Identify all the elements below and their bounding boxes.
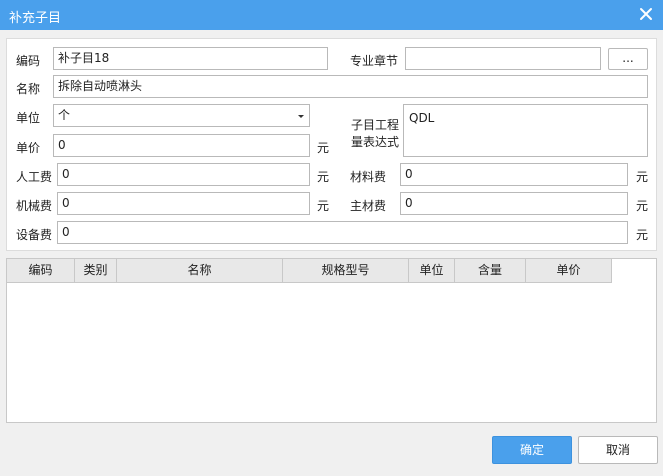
material-input[interactable]: 0 <box>400 163 628 186</box>
cancel-button[interactable]: 取消 <box>578 436 658 464</box>
machine-unit: 元 <box>317 199 330 213</box>
dialog-title: 补充子目 <box>9 11 62 26</box>
price-unit: 元 <box>317 141 330 155</box>
chapter-browse-button[interactable]: ... <box>608 48 648 70</box>
unit-select-value: 个 <box>58 108 71 122</box>
material-label: 材料费 <box>350 170 387 184</box>
machine-label: 机械费 <box>16 199 53 213</box>
item-grid[interactable]: 编码 类别 名称 规格型号 单位 含量 单价 <box>6 258 657 423</box>
expr-label-line2: 量表达式 <box>351 135 400 149</box>
code-input[interactable]: 补子目18 <box>53 47 328 70</box>
material-unit: 元 <box>636 170 649 184</box>
labor-unit: 元 <box>317 170 330 184</box>
labor-input[interactable]: 0 <box>57 163 310 186</box>
main-material-input[interactable]: 0 <box>400 192 628 215</box>
machine-input[interactable]: 0 <box>57 192 310 215</box>
equipment-unit: 元 <box>636 228 649 242</box>
grid-header-unit[interactable]: 单位 <box>409 259 455 283</box>
main-material-unit: 元 <box>636 199 649 213</box>
price-input[interactable]: 0 <box>53 134 310 157</box>
close-icon[interactable] <box>638 6 654 22</box>
ok-button[interactable]: 确定 <box>492 436 572 464</box>
grid-header-code[interactable]: 编码 <box>7 259 75 283</box>
chevron-down-icon[interactable] <box>298 115 304 118</box>
name-input[interactable]: 拆除自动喷淋头 <box>53 75 648 98</box>
unit-label: 单位 <box>16 111 41 125</box>
equipment-label: 设备费 <box>16 228 53 242</box>
labor-label: 人工费 <box>16 170 53 184</box>
grid-header-quantity[interactable]: 含量 <box>455 259 526 283</box>
grid-header-category[interactable]: 类别 <box>75 259 117 283</box>
chapter-input[interactable] <box>405 47 601 70</box>
grid-header-price[interactable]: 单价 <box>526 259 612 283</box>
code-label: 编码 <box>16 54 41 68</box>
grid-header-name[interactable]: 名称 <box>117 259 283 283</box>
expr-textarea[interactable]: QDL <box>403 104 648 157</box>
unit-select[interactable]: 个 <box>53 104 310 127</box>
equipment-input[interactable]: 0 <box>57 221 628 244</box>
chapter-label: 专业章节 <box>350 54 399 68</box>
grid-header-spec[interactable]: 规格型号 <box>283 259 409 283</box>
expr-label-line1: 子目工程 <box>351 118 400 132</box>
title-bar: 补充子目 <box>0 0 663 30</box>
main-material-label: 主材费 <box>350 199 387 213</box>
price-label: 单价 <box>16 141 41 155</box>
name-label: 名称 <box>16 82 41 96</box>
